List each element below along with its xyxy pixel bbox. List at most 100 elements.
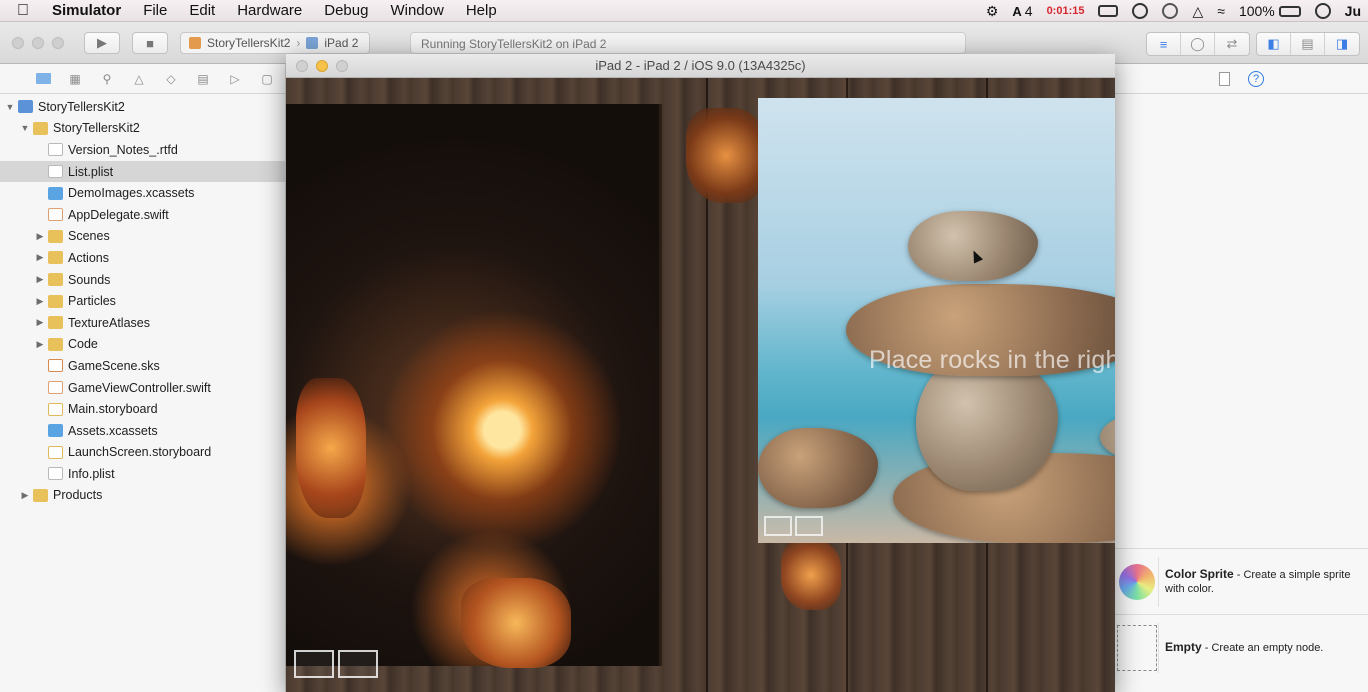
folder-icon	[33, 488, 48, 502]
sim-zoom-button[interactable]	[336, 60, 348, 72]
rocks-puzzle-page[interactable]: Place rocks in the right order...	[758, 98, 1115, 543]
creative-cloud-icon[interactable]	[1155, 3, 1185, 19]
navigator-item-label: StoryTellersKit2	[53, 121, 140, 136]
document-icon	[48, 143, 63, 157]
puzzle-piece[interactable]	[781, 540, 841, 610]
stop-button[interactable]: ■	[132, 32, 168, 54]
navigator-toggle-icon[interactable]: ◧	[1257, 33, 1291, 55]
library-item-color-sprite[interactable]: Color Sprite - Create a simple sprite wi…	[1115, 548, 1368, 614]
view-toggle-control: ◧ ▤ ◨	[1256, 32, 1360, 56]
apple-menu-icon[interactable]: 	[0, 2, 46, 20]
puzzle-piece[interactable]	[296, 378, 366, 518]
navigator-item[interactable]: ▶ Particles	[0, 290, 285, 312]
wifi-icon[interactable]: ≈	[1210, 3, 1232, 19]
breakpoint-navigator-tab-icon[interactable]: ▷	[226, 72, 244, 86]
page-thumbnail-button[interactable]	[338, 650, 378, 678]
page-thumbnail-button[interactable]	[795, 516, 823, 536]
navigator-item[interactable]: ▶ Sounds	[0, 269, 285, 291]
ipad-icon	[306, 37, 319, 49]
find-navigator-tab-icon[interactable]: ⚲	[98, 72, 116, 86]
navigator-item[interactable]: Main.storyboard	[0, 398, 285, 420]
disclosure-triangle-icon[interactable]: ▼	[4, 102, 16, 112]
minimize-button[interactable]	[32, 37, 44, 49]
symbol-navigator-tab-icon[interactable]: ▦	[66, 72, 84, 86]
scheme-device[interactable]: iPad 2	[324, 36, 358, 50]
version-editor-icon[interactable]: ⇄	[1215, 33, 1249, 55]
scheme-selector[interactable]: StoryTellersKit2 › iPad 2	[180, 32, 370, 54]
time-machine-icon[interactable]	[1308, 3, 1338, 19]
folder-icon	[48, 229, 63, 243]
truck-status-icon[interactable]	[1091, 5, 1125, 17]
navigator-item-label: LaunchScreen.storyboard	[68, 445, 212, 460]
puzzle-piece[interactable]	[461, 578, 571, 668]
navigator-item[interactable]: LaunchScreen.storyboard	[0, 442, 285, 464]
navigator-item[interactable]: ▶ Actions	[0, 247, 285, 269]
report-navigator-tab-icon[interactable]: ▢	[258, 72, 276, 86]
sks-file-icon	[48, 359, 63, 373]
storyboard-icon	[48, 445, 63, 459]
page-thumbnail-button[interactable]	[764, 516, 792, 536]
scheme-project[interactable]: StoryTellersKit2	[207, 36, 290, 50]
menu-file[interactable]: File	[132, 0, 178, 22]
battery-status[interactable]: 100%	[1232, 3, 1308, 19]
close-button[interactable]	[12, 37, 24, 49]
simulator-title-bar[interactable]: iPad 2 - iPad 2 / iOS 9.0 (13A4325c)	[286, 54, 1115, 78]
run-button[interactable]: ▶	[84, 32, 120, 54]
file-inspector-icon[interactable]	[1219, 71, 1230, 86]
debug-area-toggle-icon[interactable]: ▤	[1291, 33, 1325, 55]
navigator-item-label: Info.plist	[68, 466, 115, 481]
utilities-toggle-icon[interactable]: ◨	[1325, 33, 1359, 55]
navigator-item[interactable]: GameScene.sks	[0, 355, 285, 377]
rock-piece[interactable]	[916, 356, 1058, 491]
project-navigator-tab-icon[interactable]	[34, 72, 52, 86]
navigator-item[interactable]: GameViewController.swift	[0, 377, 285, 399]
navigator-item[interactable]: ▶ Products	[0, 485, 285, 507]
navigator-item[interactable]: ▶ Scenes	[0, 226, 285, 248]
navigator-item[interactable]: List.plist	[0, 160, 285, 183]
navigator-item[interactable]: ▶ TextureAtlases	[0, 312, 285, 334]
disclosure-triangle-icon[interactable]: ▶	[34, 296, 46, 307]
disclosure-triangle-icon[interactable]: ▼	[19, 123, 31, 133]
library-item-empty[interactable]: Empty - Create an empty node.	[1115, 614, 1368, 680]
menu-window[interactable]: Window	[379, 0, 454, 22]
menu-edit[interactable]: Edit	[178, 0, 226, 22]
menu-app-simulator[interactable]: Simulator	[46, 0, 132, 22]
standard-editor-icon[interactable]: ≡	[1147, 33, 1181, 55]
sim-close-button[interactable]	[296, 60, 308, 72]
navigator-item[interactable]: DemoImages.xcassets	[0, 182, 285, 204]
recording-timer[interactable]: 0:01:15	[1040, 5, 1092, 17]
rock-piece[interactable]	[758, 428, 878, 508]
assistant-editor-icon[interactable]: ◯	[1181, 33, 1215, 55]
zoom-button[interactable]	[52, 37, 64, 49]
disclosure-triangle-icon[interactable]: ▶	[34, 274, 46, 285]
disclosure-triangle-icon[interactable]: ▶	[34, 231, 46, 242]
debug-navigator-tab-icon[interactable]: ▤	[194, 72, 212, 86]
navigator-item[interactable]: Info.plist	[0, 463, 285, 485]
test-navigator-tab-icon[interactable]: ◇	[162, 72, 180, 86]
rock-piece[interactable]	[908, 211, 1038, 281]
simulator-screen[interactable]: Place rocks in the right order...	[286, 78, 1115, 692]
menu-debug[interactable]: Debug	[313, 0, 379, 22]
navigator-item[interactable]: Version_Notes_.rtfd	[0, 139, 285, 161]
app-status-icon[interactable]	[1125, 3, 1155, 19]
menu-hardware[interactable]: Hardware	[226, 0, 313, 22]
navigator-item[interactable]: AppDelegate.swift	[0, 204, 285, 226]
menu-help[interactable]: Help	[455, 0, 508, 22]
disclosure-triangle-icon[interactable]: ▶	[34, 339, 46, 350]
navigator-item[interactable]: ▼ StoryTellersKit2	[0, 118, 285, 140]
issue-navigator-tab-icon[interactable]: △	[130, 72, 148, 86]
quick-help-icon[interactable]: ?	[1248, 70, 1264, 87]
navigator-item[interactable]: Assets.xcassets	[0, 420, 285, 442]
navigator-item[interactable]: ▼ StoryTellersKit2	[0, 96, 285, 118]
sim-minimize-button[interactable]	[316, 60, 328, 72]
page-thumbnail-button[interactable]	[294, 650, 334, 678]
navigator-item[interactable]: ▶ Code	[0, 334, 285, 356]
user-menu[interactable]: Ju	[1338, 3, 1368, 19]
disclosure-triangle-icon[interactable]: ▶	[34, 252, 46, 263]
disclosure-triangle-icon[interactable]: ▶	[34, 317, 46, 328]
adobe-status[interactable]: A4	[1005, 3, 1039, 19]
gear-status-icon[interactable]: ⚙	[979, 3, 1006, 20]
disclosure-triangle-icon[interactable]: ▶	[19, 490, 31, 501]
puzzle-piece[interactable]	[686, 108, 766, 203]
airplay-icon[interactable]: △	[1185, 3, 1210, 20]
